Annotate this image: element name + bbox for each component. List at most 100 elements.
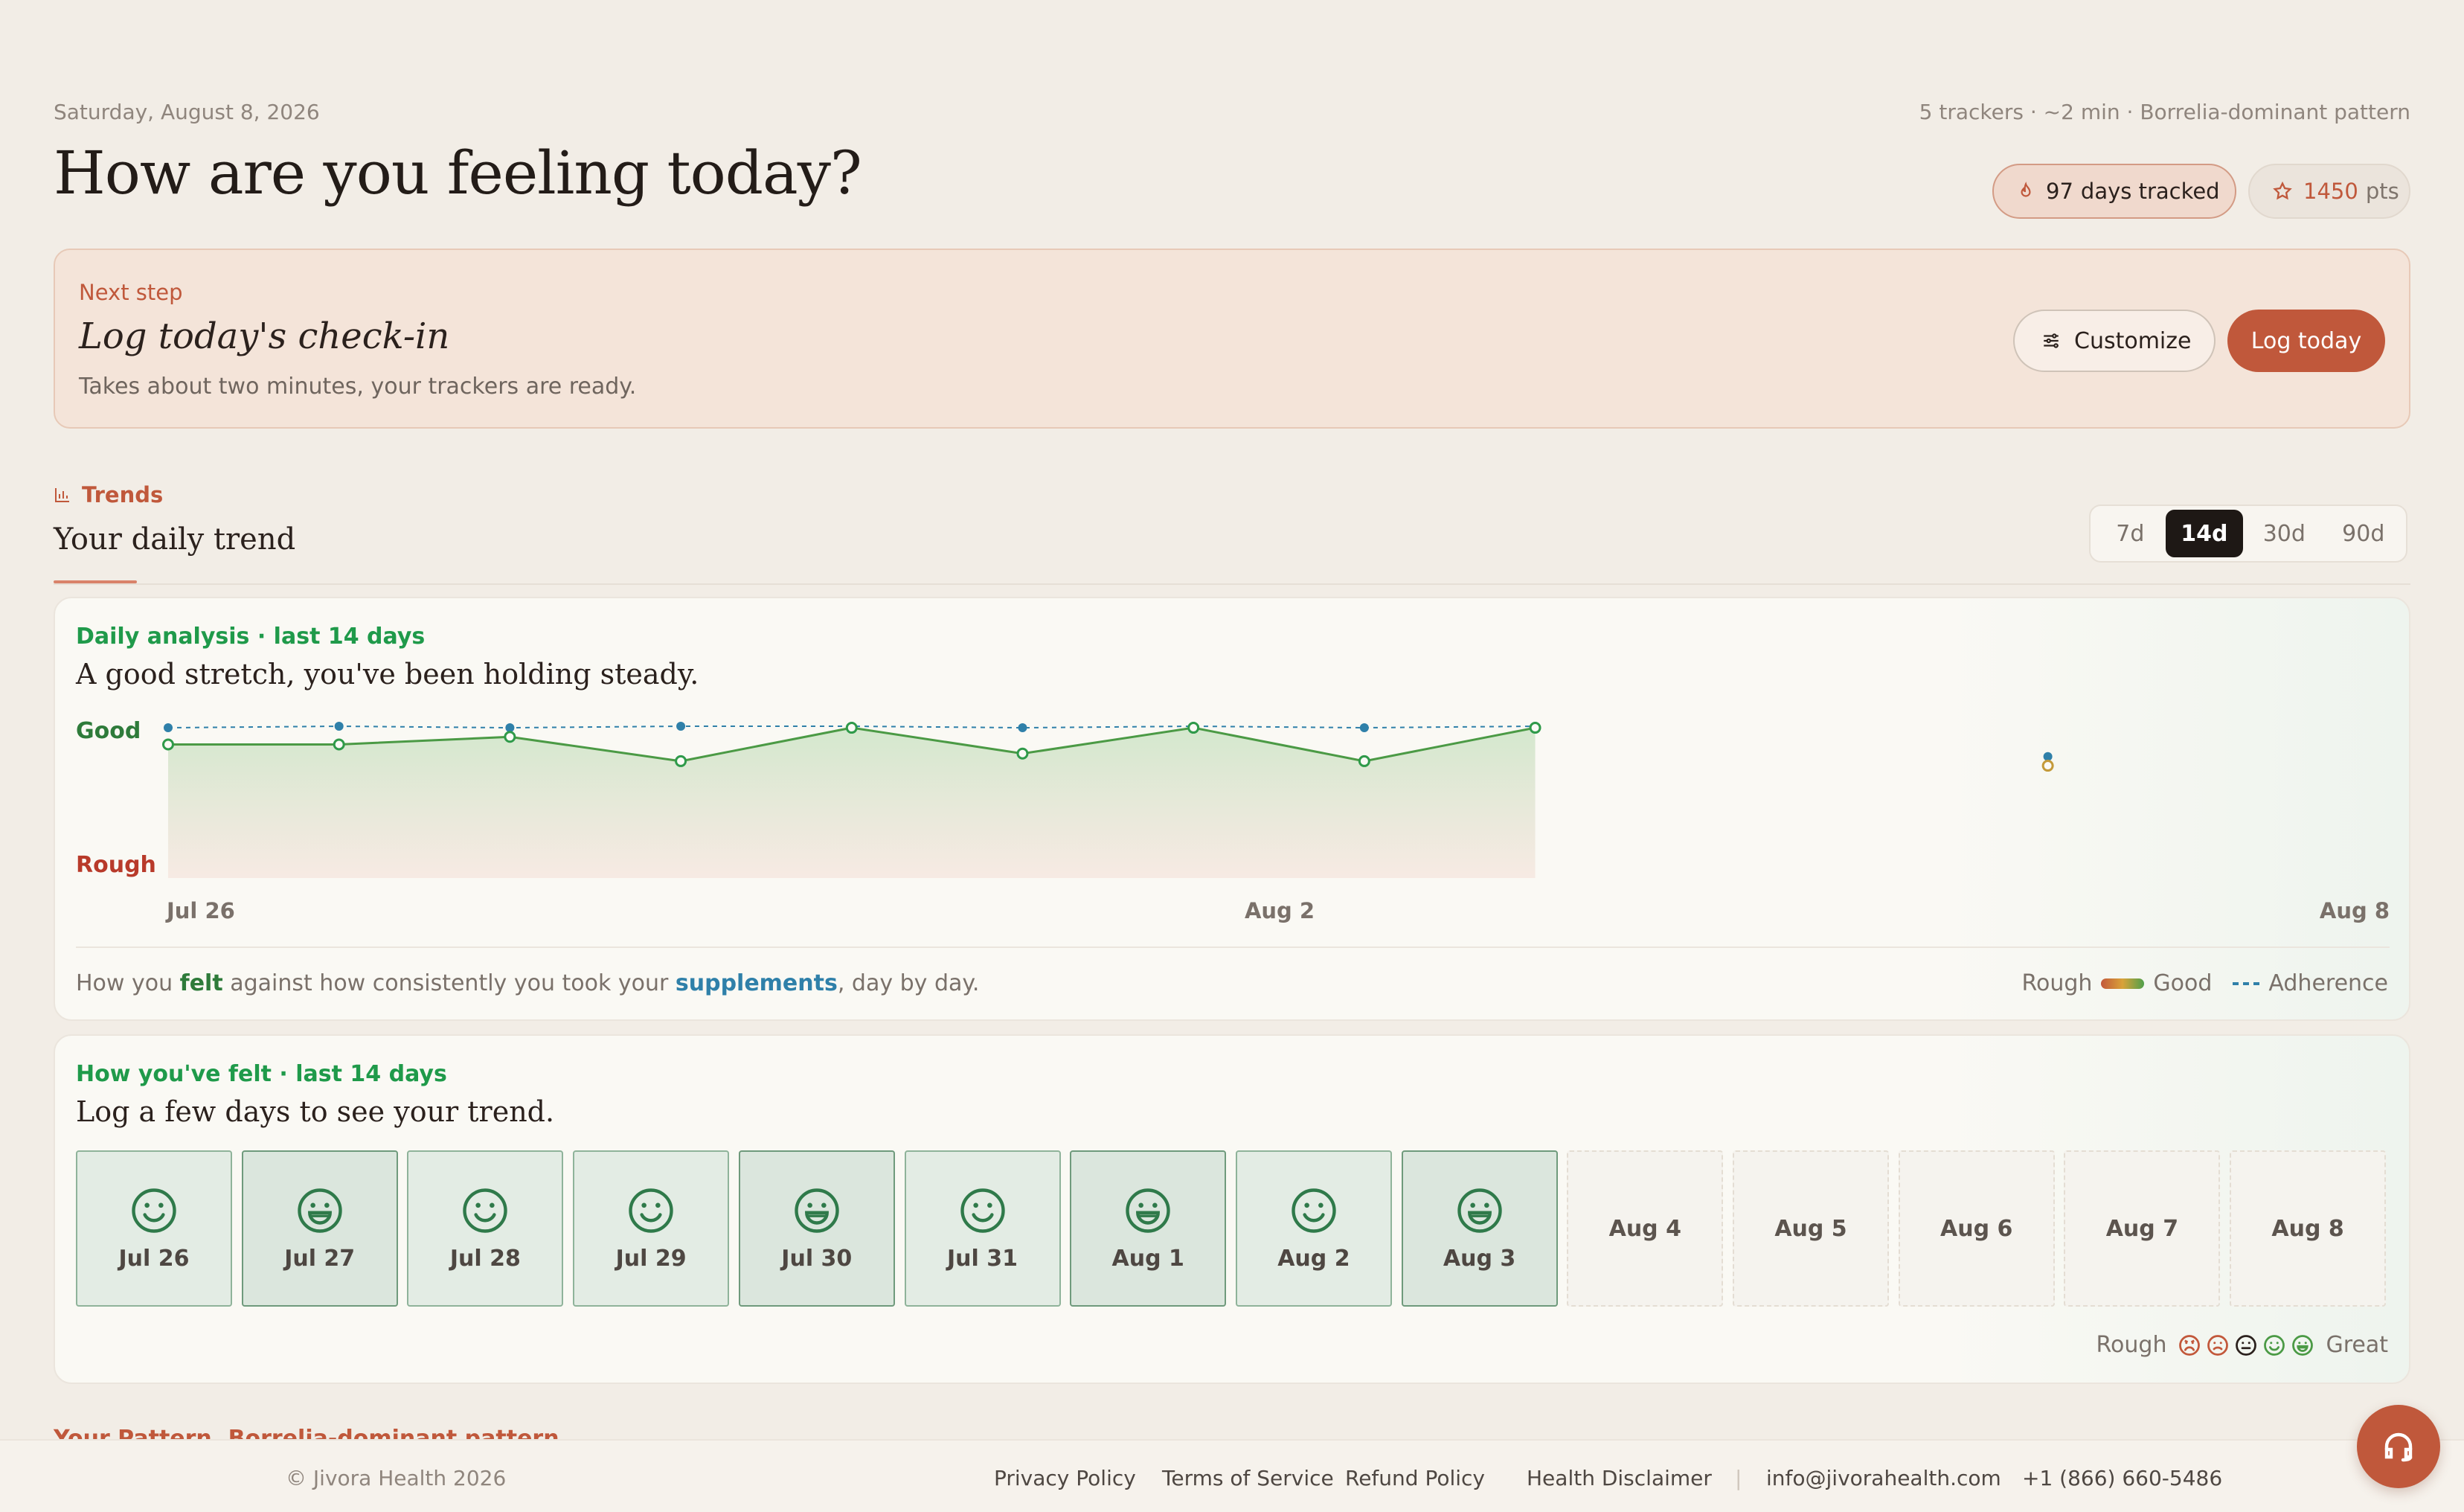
terms-link[interactable]: Terms of Service bbox=[1162, 1466, 1334, 1490]
feeling-point bbox=[504, 731, 516, 743]
legend-rough: Rough bbox=[2021, 970, 2093, 996]
feeling-point bbox=[2041, 760, 2054, 772]
email-link[interactable]: info@jivorahealth.com bbox=[1766, 1466, 2001, 1490]
frown-face-icon bbox=[2179, 1334, 2201, 1356]
mood-day-tile[interactable]: Aug 2 bbox=[1235, 1150, 1392, 1307]
smile-face-icon bbox=[960, 1188, 1005, 1233]
range-30d[interactable]: 30d bbox=[2243, 510, 2325, 557]
streak-value: 97 bbox=[2046, 179, 2073, 204]
mood-day-label: Jul 26 bbox=[118, 1245, 190, 1272]
legend-good: Good bbox=[2153, 970, 2213, 996]
range-7d[interactable]: 7d bbox=[2095, 510, 2166, 557]
smile-face-icon bbox=[629, 1188, 673, 1233]
range-selector: 7d 14d 30d 90d bbox=[2089, 504, 2407, 563]
sliders-icon bbox=[2044, 333, 2059, 348]
x-tick-aug8: Aug 8 bbox=[2320, 898, 2390, 923]
mood-legend: Rough Great bbox=[2096, 1332, 2388, 1358]
smile-face-icon bbox=[132, 1188, 176, 1233]
mood-scale bbox=[2175, 1334, 2317, 1356]
mood-legend-low: Rough bbox=[2096, 1332, 2167, 1358]
next-step-subtitle: Takes about two minutes, your trackers a… bbox=[79, 374, 637, 400]
refund-policy-link[interactable]: Refund Policy bbox=[1345, 1466, 1485, 1490]
star-icon bbox=[2273, 181, 2292, 200]
mood-day-tile[interactable]: Jul 29 bbox=[573, 1150, 730, 1307]
analysis-caption: How you felt against how consistently yo… bbox=[76, 970, 979, 996]
mood-legend-high: Great bbox=[2326, 1332, 2388, 1358]
support-chat-button[interactable] bbox=[2357, 1405, 2440, 1488]
mood-day-label: Jul 27 bbox=[284, 1245, 356, 1272]
adherence-point bbox=[164, 723, 173, 733]
mood-day-tile[interactable]: Jul 27 bbox=[241, 1150, 398, 1307]
mood-day-label: Jul 29 bbox=[615, 1245, 687, 1272]
caption-text: , day by day. bbox=[837, 970, 980, 996]
customize-button[interactable]: Customize bbox=[2013, 310, 2216, 372]
trends-label-text: Trends bbox=[82, 482, 164, 507]
mood-day-label: Aug 3 bbox=[1443, 1245, 1516, 1272]
grin-face-icon bbox=[795, 1188, 839, 1233]
chart-legend: Rough Good Adherence bbox=[2021, 970, 2388, 996]
title-underline bbox=[54, 580, 137, 583]
smile-face-icon bbox=[463, 1188, 508, 1233]
mood-day-label: Aug 8 bbox=[2271, 1215, 2344, 1242]
mood-day-tile[interactable]: Jul 26 bbox=[76, 1150, 232, 1307]
y-label-good: Good bbox=[76, 718, 141, 744]
range-90d[interactable]: 90d bbox=[2326, 510, 2402, 557]
feeling-point bbox=[162, 738, 174, 751]
caption-text: against how consistently you took your bbox=[222, 970, 676, 996]
x-tick-aug2: Aug 2 bbox=[1245, 898, 1315, 923]
phone-link[interactable]: +1 (866) 660-5486 bbox=[2022, 1466, 2222, 1490]
mood-day-tile[interactable]: Jul 28 bbox=[407, 1150, 564, 1307]
points-label: pts bbox=[2365, 179, 2399, 204]
adherence-point bbox=[2043, 752, 2053, 761]
trends-section-label: Trends bbox=[54, 482, 163, 507]
section-divider bbox=[54, 583, 2410, 585]
mood-day-label: Aug 6 bbox=[1940, 1215, 2013, 1242]
mood-day-tile[interactable]: Aug 4 bbox=[1567, 1150, 1724, 1307]
page-title: How are you feeling today? bbox=[54, 138, 862, 208]
caption-supplements-link[interactable]: supplements bbox=[676, 970, 838, 996]
points-value: 1450 bbox=[2303, 179, 2358, 204]
feeling-point bbox=[333, 738, 345, 751]
log-today-button[interactable]: Log today bbox=[2227, 310, 2385, 372]
adherence-point bbox=[334, 722, 344, 731]
mood-day-tile[interactable]: Aug 5 bbox=[1733, 1150, 1889, 1307]
mood-day-label: Aug 1 bbox=[1111, 1245, 1184, 1272]
legend-adherence: Adherence bbox=[2268, 970, 2388, 996]
y-label-rough: Rough bbox=[76, 852, 156, 878]
adherence-point bbox=[505, 723, 515, 733]
mood-day-tile[interactable]: Aug 1 bbox=[1070, 1150, 1227, 1307]
streak-label: days tracked bbox=[2080, 179, 2220, 204]
mood-day-label: Aug 4 bbox=[1608, 1215, 1681, 1242]
mood-day-tile[interactable]: Aug 7 bbox=[2064, 1150, 2221, 1307]
mood-label: How you've felt · last 14 days bbox=[76, 1061, 447, 1087]
mood-day-label: Jul 30 bbox=[781, 1245, 853, 1272]
flame-icon bbox=[2021, 182, 2031, 197]
trend-chart: Good Rough Jul 26 Aug 2 Aug 8 bbox=[76, 718, 2390, 923]
next-step-card: Next step Log today's check-in Takes abo… bbox=[54, 249, 2410, 429]
headset-icon bbox=[2384, 1432, 2413, 1462]
frown-face-icon bbox=[2207, 1334, 2229, 1356]
mood-day-tile[interactable]: Jul 31 bbox=[904, 1150, 1061, 1307]
current-date: Saturday, August 8, 2026 bbox=[54, 100, 320, 124]
health-disclaimer-link[interactable]: Health Disclaimer bbox=[1527, 1466, 1712, 1490]
grin-face-icon bbox=[1126, 1188, 1170, 1233]
grin-face-icon bbox=[1457, 1188, 1502, 1233]
mood-day-tile[interactable]: Aug 6 bbox=[1898, 1150, 2055, 1307]
streak-badge[interactable]: 97 days tracked bbox=[1992, 164, 2236, 219]
adherence-point bbox=[1359, 723, 1369, 733]
mood-day-tile[interactable]: Aug 8 bbox=[2230, 1150, 2387, 1307]
range-14d[interactable]: 14d bbox=[2165, 510, 2244, 557]
feeling-point bbox=[1358, 755, 1370, 767]
mood-day-tile[interactable]: Jul 30 bbox=[738, 1150, 895, 1307]
x-tick-jul26: Jul 26 bbox=[165, 898, 235, 923]
mood-day-label: Jul 31 bbox=[947, 1245, 1018, 1272]
footer: © Jivora Health 2026 Privacy Policy Term… bbox=[0, 1439, 2464, 1512]
mood-day-tile[interactable]: Aug 3 bbox=[1401, 1150, 1558, 1307]
feeling-area bbox=[168, 728, 1536, 878]
smile-face-icon bbox=[1292, 1188, 1336, 1233]
smile-face-icon bbox=[2264, 1334, 2285, 1356]
points-badge[interactable]: 1450 pts bbox=[2248, 164, 2410, 219]
privacy-policy-link[interactable]: Privacy Policy bbox=[994, 1466, 1136, 1490]
customize-label: Customize bbox=[2074, 327, 2192, 354]
neutral-face-icon bbox=[2236, 1334, 2257, 1356]
